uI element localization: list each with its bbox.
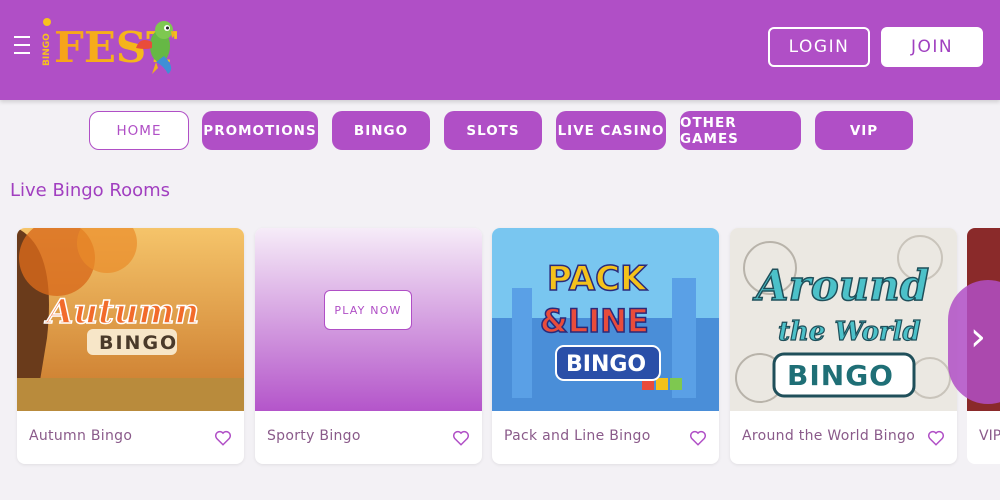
menu-icon[interactable] [14,36,30,58]
heart-icon[interactable] [214,429,232,447]
bingofest-logo[interactable]: BINGO FEST [40,16,185,78]
world-art-sub: BINGO [787,359,894,392]
join-button[interactable]: JOIN [881,27,983,67]
nav-other-games[interactable]: OTHER GAMES [680,111,801,150]
nav-vip[interactable]: VIP [815,111,913,150]
heart-icon[interactable] [689,429,707,447]
room-name[interactable]: VIP [979,428,1000,444]
section-title: Live Bingo Rooms [10,180,171,201]
nav-slots[interactable]: SLOTS [444,111,542,150]
nav-home[interactable]: HOME [89,111,189,150]
room-name[interactable]: Autumn Bingo [29,428,132,444]
room-card-around-the-world[interactable]: Around the World BINGO Around the World … [730,228,957,464]
room-card-pack-and-line[interactable]: PACK &LINE BINGO Pack and Line Bingo [492,228,719,464]
room-image[interactable]: Around the World BINGO [730,228,957,411]
play-now-button[interactable]: PLAY NOW [324,290,412,330]
carousel-next-button[interactable]: › [948,280,1000,404]
room-card-autumn[interactable]: Autumn BINGO Autumn Bingo [17,228,244,464]
autumn-art-title: Autumn [44,292,199,332]
world-art-mid: the World [778,317,921,347]
autumn-art-sub: BINGO [99,332,178,354]
main-nav: HOME PROMOTIONS BINGO SLOTS LIVE CASINO … [0,111,1000,151]
pack-art-amp: &LINE [540,302,649,340]
room-name[interactable]: Around the World Bingo [742,428,915,444]
world-art-title: Around [752,261,929,310]
room-card-sporty[interactable]: PLAY NOW Sporty Bingo [255,228,482,464]
logo-small-text: BINGO [42,33,52,66]
room-image[interactable]: Autumn BINGO [17,228,244,411]
nav-live-casino[interactable]: LIVE CASINO [556,111,666,150]
chevron-right-icon: › [970,314,986,360]
room-image[interactable]: PLAY NOW [255,228,482,411]
heart-icon[interactable] [927,429,945,447]
room-name[interactable]: Sporty Bingo [267,428,361,444]
pack-art-title: PACK [547,259,648,299]
login-button[interactable]: LOGIN [768,27,870,67]
room-name[interactable]: Pack and Line Bingo [504,428,651,444]
nav-promotions[interactable]: PROMOTIONS [202,111,318,150]
heart-icon[interactable] [452,429,470,447]
nav-bingo[interactable]: BINGO [332,111,430,150]
pack-art-sub: BINGO [566,352,646,377]
site-header: BINGO FEST LOGIN JOIN [0,0,1000,100]
room-image[interactable]: PACK &LINE BINGO [492,228,719,411]
